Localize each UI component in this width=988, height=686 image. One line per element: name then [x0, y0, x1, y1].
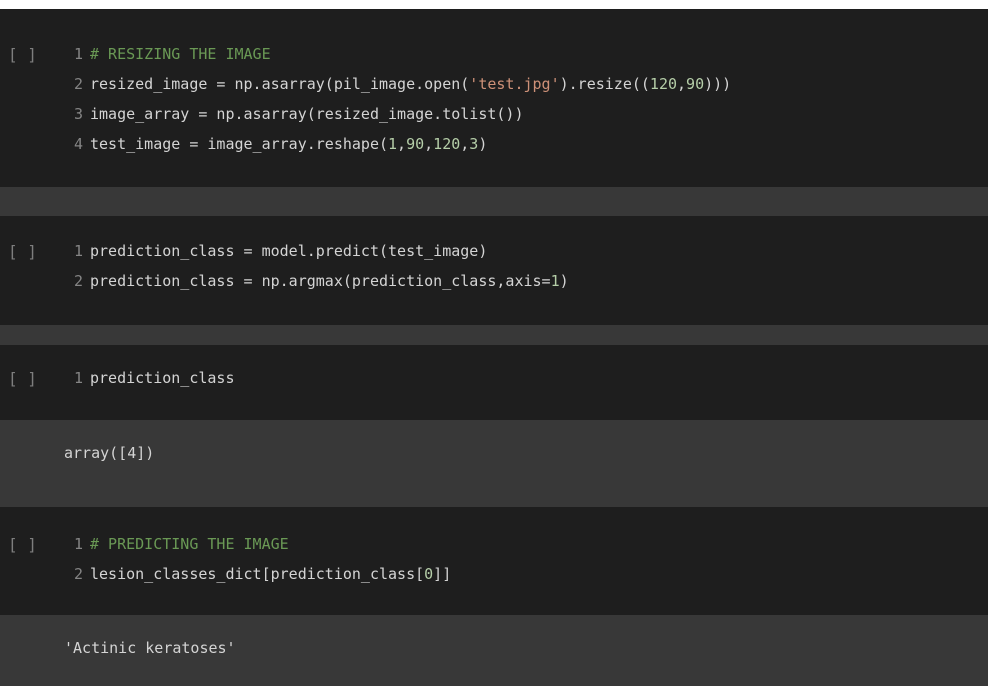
code-token-plain: lesion_classes_dict[prediction_class[	[90, 565, 425, 583]
code-token-plain: )))	[704, 75, 732, 93]
line-number: 1	[74, 369, 84, 387]
code-line: 1 # RESIZING THE IMAGE	[74, 41, 271, 67]
code-cell[interactable]: [ ] 1 # PREDICTING THE IMAGE 2 lesion_clas…	[0, 507, 988, 615]
code-token-number: 120	[433, 135, 461, 153]
code-token-plain: resized_image = np.asarray(pil_image.ope…	[90, 75, 470, 93]
code-token-comment: # PREDICTING THE IMAGE	[90, 535, 289, 553]
line-number: 2	[74, 75, 84, 93]
code-cell[interactable]: [ ] 1 # RESIZING THE IMAGE 2 resized_image…	[0, 9, 988, 187]
code-token-plain: ).resize((	[559, 75, 650, 93]
code-token-number: 90	[406, 135, 425, 153]
code-token-number: 1	[388, 135, 398, 153]
code-line: 2 resized_image = np.asarray(pil_image.op…	[74, 71, 731, 97]
code-cell[interactable]: [ ] 1 prediction_class = model.predict(te…	[0, 216, 988, 325]
code-token-number: 120	[649, 75, 678, 93]
output-text: 'Actinic keratoses'	[64, 639, 236, 657]
line-number: 3	[74, 105, 84, 123]
code-line: 3 image_array = np.asarray(resized_image.…	[74, 101, 523, 127]
line-number: 1	[74, 242, 84, 260]
line-number: 2	[74, 565, 84, 583]
cell-output: 'Actinic keratoses'	[0, 615, 988, 686]
code-token-plain: prediction_class	[90, 369, 235, 387]
code-token-plain: test_image = image_array.reshape(	[90, 135, 389, 153]
code-line: 1 # PREDICTING THE IMAGE	[74, 531, 289, 557]
line-number: 1	[74, 45, 84, 63]
code-token-string: 'test.jpg'	[469, 75, 560, 93]
code-token-plain: ]]	[433, 565, 452, 583]
code-token-plain: )	[478, 135, 488, 153]
code-line: 1 prediction_class	[74, 365, 235, 391]
code-token-plain: ,	[677, 75, 687, 93]
code-cell[interactable]: [ ] 1 prediction_class	[0, 345, 988, 420]
code-line: 2 lesion_classes_dict[prediction_class[0]…	[74, 561, 451, 587]
code-line: 4 test_image = image_array.reshape(1,90,1…	[74, 131, 487, 157]
code-token-number: 0	[424, 565, 434, 583]
run-cell-button[interactable]: [ ]	[8, 242, 48, 261]
code-token-plain: prediction_class = model.predict(test_im…	[90, 242, 488, 260]
code-token-plain: ,	[397, 135, 407, 153]
code-token-plain: image_array = np.asarray(resized_image.t…	[90, 105, 524, 123]
run-cell-button[interactable]: [ ]	[8, 45, 48, 64]
code-token-comment: # RESIZING THE IMAGE	[90, 45, 271, 63]
notebook: [ ] 1 # RESIZING THE IMAGE 2 resized_image…	[0, 9, 988, 686]
run-cell-button[interactable]: [ ]	[8, 535, 48, 554]
run-cell-button[interactable]: [ ]	[8, 369, 48, 388]
code-line: 2 prediction_class = np.argmax(prediction…	[74, 268, 569, 294]
code-token-number: 1	[550, 272, 560, 290]
code-token-number: 3	[469, 135, 479, 153]
output-text: array([4])	[64, 444, 155, 462]
code-line: 1 prediction_class = model.predict(test_i…	[74, 238, 487, 264]
code-token-number: 90	[686, 75, 705, 93]
code-token-plain: ,	[424, 135, 434, 153]
cell-output: array([4])	[0, 420, 988, 507]
code-token-plain: ,	[460, 135, 470, 153]
code-token-plain: )	[559, 272, 569, 290]
line-number: 1	[74, 535, 84, 553]
line-number: 4	[74, 135, 84, 153]
line-number: 2	[74, 272, 84, 290]
code-token-plain: prediction_class = np.argmax(prediction_…	[90, 272, 551, 290]
